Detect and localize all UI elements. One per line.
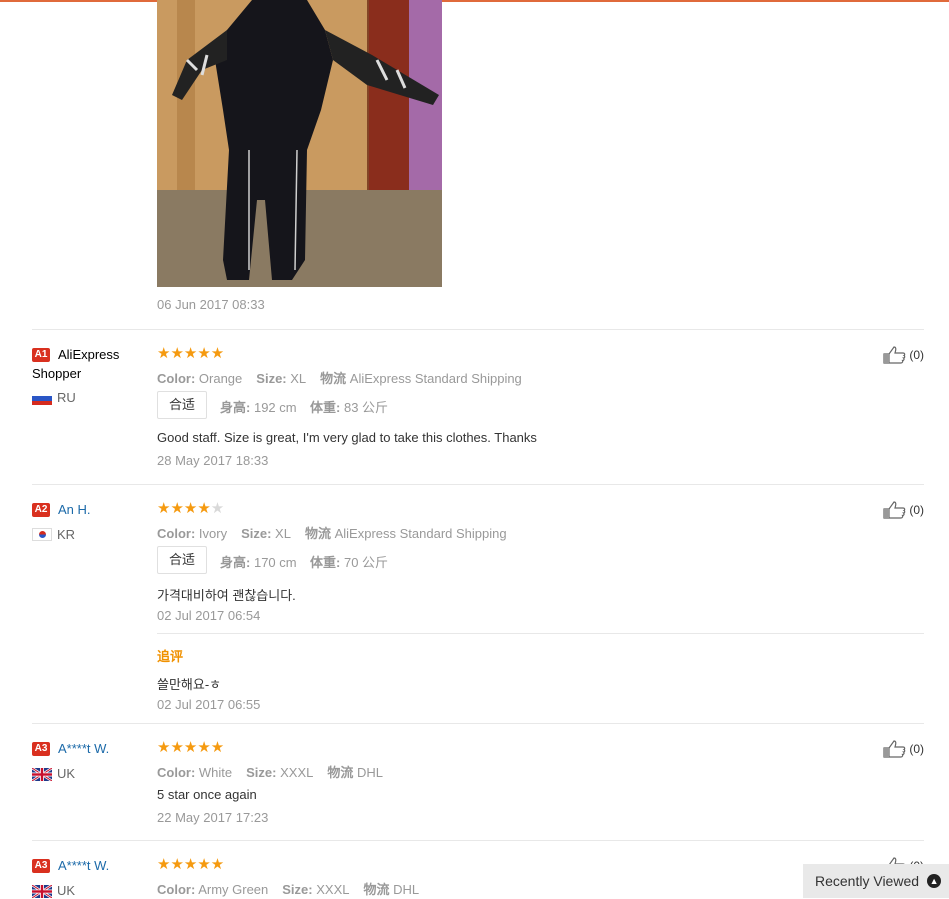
shipping-value: AliExpress Standard Shipping [334, 526, 507, 541]
height-info: 身高: 192 cm [220, 397, 297, 416]
flag-kr-icon [32, 528, 52, 541]
stars-filled: ★★★★ [157, 500, 211, 517]
shipping-value: AliExpress Standard Shipping [349, 371, 522, 386]
review-text: 가격대비하여 괜찮습니다. [157, 588, 296, 603]
followup-label: 追评 [157, 649, 184, 664]
color-value: Ivory [198, 526, 228, 541]
review-item: A2 An H. KR ★★★★★ Color: Ivory Size: XL 物流… [32, 484, 924, 724]
thumbs-up-icon [883, 740, 906, 758]
review-attributes: Color: Orange Size: XL 物流 AliExpress Stand… [157, 368, 522, 387]
rating-stars: ★★★★★ [157, 855, 224, 873]
weight-label: 体重: [310, 400, 341, 415]
review-item: A3 A****t W. UK ★★★★★ Color: White Size: … [32, 723, 924, 841]
review-text: 5 star once again [157, 787, 257, 802]
reviewer-name[interactable]: An H. [58, 500, 158, 519]
review-date: 02 Jul 2017 06:54 [157, 608, 261, 623]
review-attributes: Color: Army Green Size: XXXL 物流 DHL [157, 879, 419, 898]
review-text: Good staff. Size is great, I'm very glad… [157, 430, 537, 445]
color-label: Color: [157, 765, 196, 780]
review-item: A3 A****t W. UK ★★★★★ Color: Army Green S… [32, 840, 924, 899]
helpful-button[interactable]: (0) [883, 501, 924, 519]
flag-uk-icon [32, 768, 52, 781]
followup-divider [157, 633, 924, 634]
shipping-value: DHL [393, 882, 420, 897]
rating-stars: ★★★★★ [157, 344, 224, 362]
review-attributes: Color: Ivory Size: XL 物流 AliExpress Standa… [157, 523, 507, 542]
size-value: XL [275, 526, 291, 541]
helpful-button[interactable]: (0) [883, 346, 924, 364]
size-label: Size: [246, 765, 277, 780]
reviewer-name[interactable]: A****t W. [58, 739, 158, 758]
color-label: Color: [157, 371, 196, 386]
stars-empty: ★ [210, 500, 225, 517]
size-value: XXXL [316, 882, 350, 897]
thumbs-up-icon [883, 501, 906, 519]
recently-viewed-label: Recently Viewed [815, 873, 920, 889]
weight-value: 83 公斤 [343, 400, 389, 415]
rank-badge: A3 [32, 742, 50, 756]
rank-badge: A3 [32, 859, 50, 873]
rating-stars: ★★★★★ [157, 499, 224, 517]
reviewer-country: KR [57, 527, 76, 542]
color-value: Orange [198, 371, 243, 386]
flag-uk-graphic [32, 885, 52, 898]
size-label: Size: [256, 371, 287, 386]
size-value: XXXL [280, 765, 314, 780]
height-label: 身高: [220, 400, 251, 415]
height-value: 170 cm [253, 555, 297, 570]
shipping-label: 物流 [320, 371, 347, 386]
color-label: Color: [157, 526, 196, 541]
reviewer-country: UK [57, 883, 76, 898]
thumbs-up-icon [883, 346, 906, 364]
recently-viewed-button[interactable]: Recently Viewed ▲ [803, 864, 949, 898]
weight-label: 体重: [310, 555, 341, 570]
flag-ru-icon [32, 392, 52, 405]
review-item: A1 AliExpress Shopper RU ★★★★★ Color: Or… [32, 329, 924, 485]
review-photo-illustration [157, 0, 442, 287]
review-attributes: Color: White Size: XXXL 物流 DHL [157, 762, 383, 781]
reviewer-country: UK [57, 766, 76, 781]
size-value: XL [290, 371, 307, 386]
review-date: 22 May 2017 17:23 [157, 810, 269, 825]
reviewer-country: RU [57, 390, 76, 405]
shipping-label: 物流 [327, 765, 354, 780]
rank-badge: A2 [32, 503, 50, 517]
reviewer-name: AliExpress Shopper [32, 347, 120, 381]
followup-text: 쓸만해요-ㅎ [157, 677, 222, 692]
stars-filled: ★★★★★ [157, 739, 225, 756]
rating-stars: ★★★★★ [157, 738, 224, 756]
review-date: 28 May 2017 18:33 [157, 453, 269, 468]
followup-date: 02 Jul 2017 06:55 [157, 697, 261, 712]
height-value: 192 cm [253, 400, 297, 415]
weight-info: 体重: 83 公斤 [310, 397, 388, 416]
color-value: Army Green [198, 882, 269, 897]
reviewer-name[interactable]: A****t W. [58, 856, 158, 875]
color-value: White [198, 765, 233, 780]
height-info: 身高: 170 cm [220, 552, 297, 571]
helpful-count: (0) [909, 742, 924, 756]
weight-info: 体重: 70 公斤 [310, 552, 388, 571]
stars-filled: ★★★★★ [157, 856, 225, 873]
top-border [0, 0, 949, 2]
shipping-label: 物流 [304, 526, 331, 541]
review-photo[interactable] [157, 0, 442, 287]
fit-tag: 合适 [157, 546, 208, 574]
shipping-label: 物流 [363, 882, 390, 897]
helpful-count: (0) [909, 348, 924, 362]
weight-value: 70 公斤 [343, 555, 389, 570]
review-date: 06 Jun 2017 08:33 [157, 297, 265, 312]
size-label: Size: [241, 526, 272, 541]
stars-filled: ★★★★★ [157, 345, 225, 362]
flag-uk-graphic [32, 768, 52, 781]
chevron-up-icon: ▲ [927, 874, 942, 888]
shipping-value: DHL [357, 765, 384, 780]
helpful-count: (0) [909, 503, 924, 517]
helpful-button[interactable]: (0) [883, 740, 924, 758]
height-label: 身高: [220, 555, 251, 570]
size-label: Size: [282, 882, 313, 897]
flag-uk-icon [32, 885, 52, 898]
fit-tag: 合适 [157, 391, 208, 419]
color-label: Color: [157, 882, 196, 897]
